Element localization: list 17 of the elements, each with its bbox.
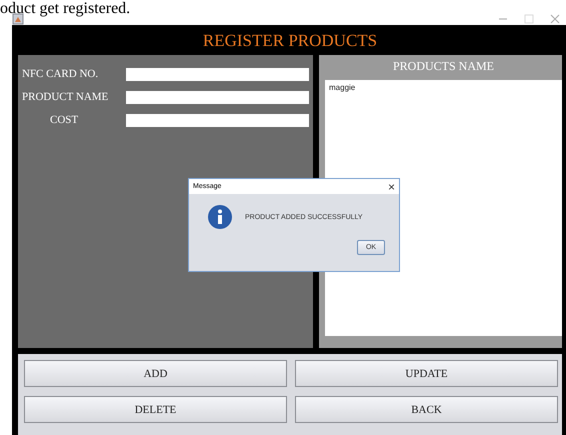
close-button[interactable]: × <box>388 180 395 192</box>
caption-text: oduct get registered. <box>0 0 130 17</box>
window-title: REGISTER PRODUCTS <box>202 30 378 52</box>
input-field[interactable] <box>126 90 309 104</box>
panel-heading: PRODUCTS NAME <box>392 59 495 75</box>
field-label: NFC CARD NO. <box>22 68 100 80</box>
field-label: PRODUCT NAME <box>22 91 110 103</box>
info-icon <box>207 204 233 230</box>
field-label: COST <box>49 114 80 126</box>
app-icon <box>12 13 24 25</box>
action-button[interactable]: ADD <box>24 360 287 387</box>
action-button[interactable]: DELETE <box>24 396 287 423</box>
action-button[interactable]: UPDATE <box>295 360 558 387</box>
action-button[interactable]: BACK <box>295 396 558 423</box>
list-item[interactable]: maggie <box>329 83 558 92</box>
input-field[interactable] <box>126 68 309 80</box>
input-field[interactable] <box>126 114 309 126</box>
